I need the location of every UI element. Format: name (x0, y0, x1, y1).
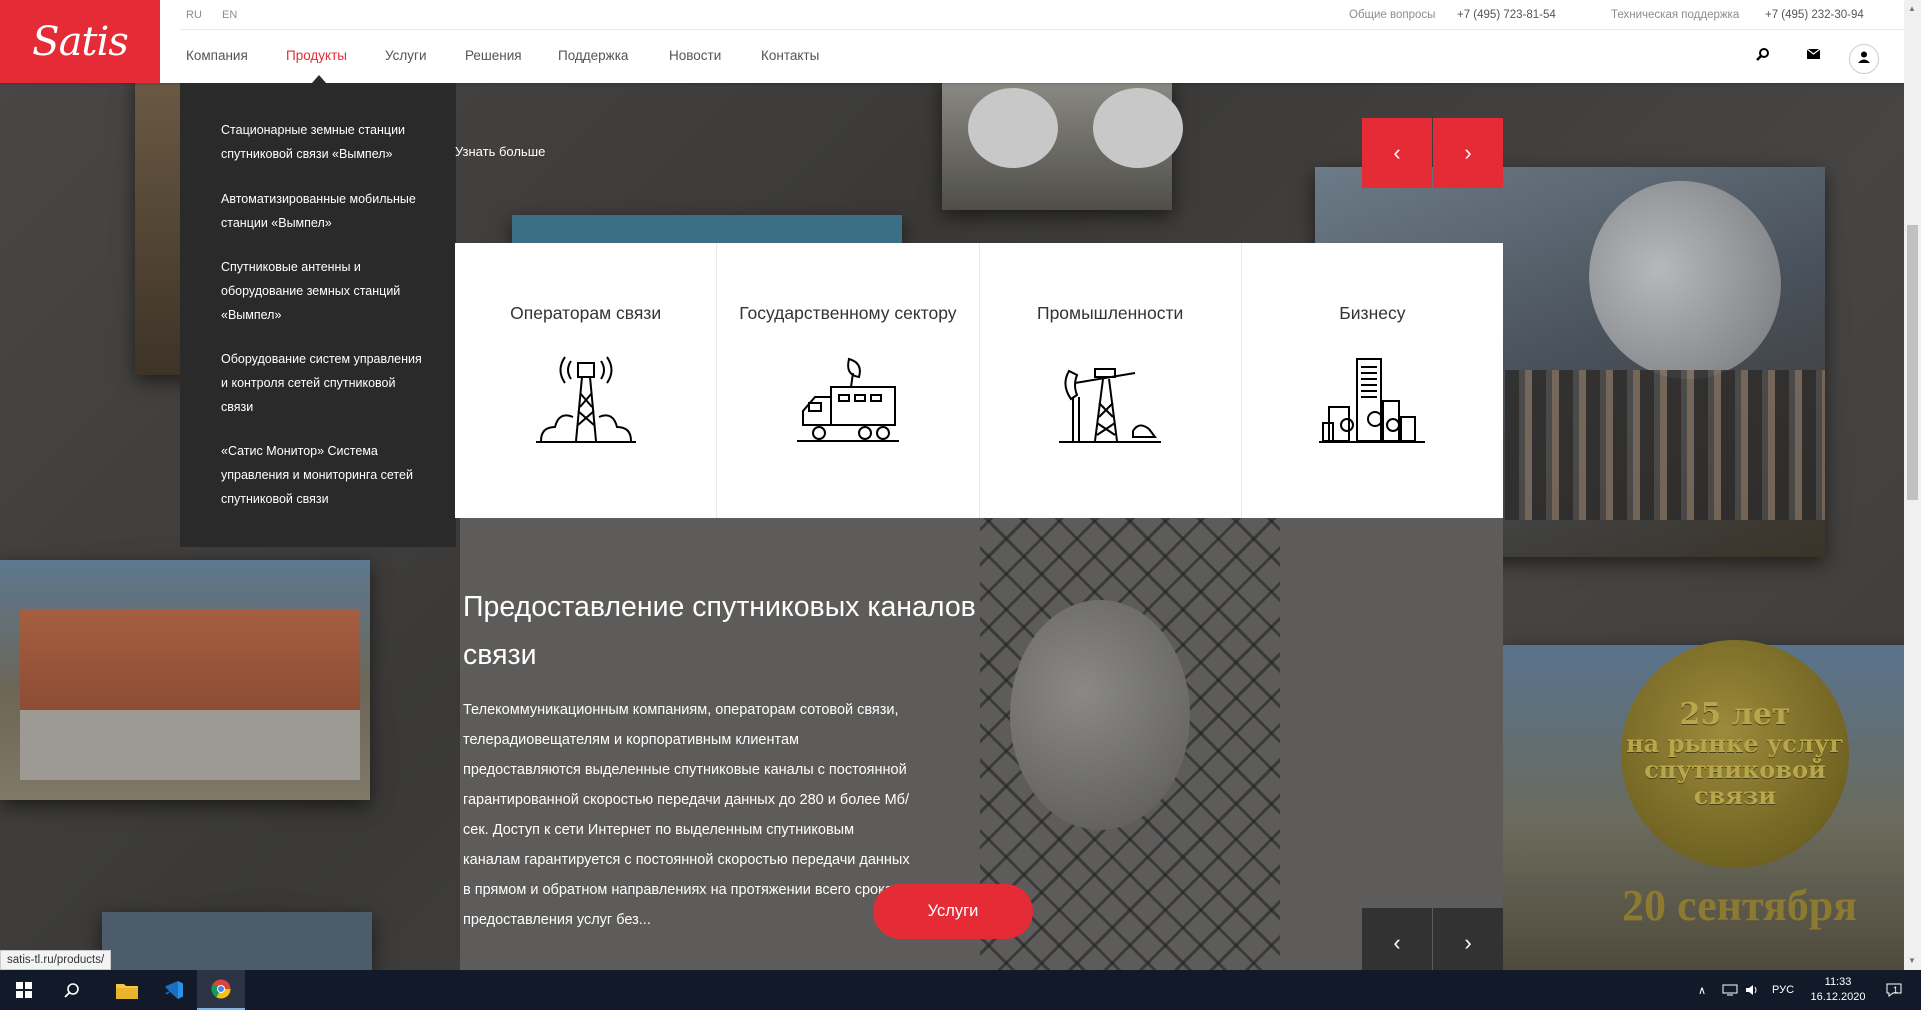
badge-line1: 25 лет (1679, 697, 1791, 732)
badge-line4: связи (1693, 781, 1777, 810)
scroll-up-icon[interactable]: ▲ (1908, 4, 1916, 13)
card-title: Бизнесу (1339, 303, 1406, 323)
dropdown-item-satis-monitor[interactable]: «Сатис Монитор» Система управления и мон… (221, 439, 426, 511)
volume-icon[interactable] (1746, 970, 1760, 1010)
chevron-right-icon: › (1464, 140, 1472, 165)
service-description: Телекоммуникационным компаниям, оператор… (463, 702, 910, 928)
card-government[interactable]: Государственному сектору (717, 243, 980, 518)
notifications-count: 1 (1893, 985, 1899, 995)
search-icon[interactable] (1755, 46, 1771, 62)
site-header: Satis RU EN Общие вопросы +7 (495) 723-8… (0, 0, 1921, 83)
scroll-down-icon[interactable]: ▼ (1908, 956, 1916, 965)
support-label: Техническая поддержка (1611, 9, 1740, 21)
slider-next-button[interactable]: › (1433, 118, 1503, 188)
nav-products[interactable]: Продукты (286, 48, 347, 63)
dropdown-item-antennas[interactable]: Спутниковые антенны и оборудование земны… (221, 255, 426, 327)
keyboard-language[interactable]: РУС (1772, 970, 1794, 1010)
nav-company[interactable]: Компания (186, 48, 248, 63)
slider-prev-button[interactable]: ‹ (1362, 118, 1432, 188)
file-explorer-icon[interactable] (103, 970, 151, 1010)
bg-building (20, 610, 360, 780)
windows-start-icon[interactable] (0, 970, 48, 1010)
scroll-thumb[interactable] (1907, 225, 1918, 500)
faq-phone[interactable]: +7 (495) 723-81-54 (1457, 9, 1556, 21)
tray-chevron-icon[interactable]: ∧ (1698, 970, 1706, 1010)
satellite-truck-icon (796, 357, 899, 442)
status-url: satis-tl.ru/products/ (0, 950, 112, 970)
lang-ru[interactable]: RU (186, 9, 202, 21)
anniversary-date: 20 сентября (1622, 881, 1858, 930)
slider-nav-bottom: ‹ › (1362, 908, 1503, 978)
support-phone[interactable]: +7 (495) 232-30-94 (1765, 9, 1864, 21)
chevron-right-icon: › (1464, 930, 1472, 955)
vscode-icon[interactable] (150, 970, 198, 1010)
faq-label: Общие вопросы (1349, 9, 1436, 21)
oil-pump-icon (1059, 368, 1162, 443)
user-icon (1858, 50, 1870, 68)
nav-solutions[interactable]: Решения (465, 48, 522, 63)
clock-time: 11:33 (1824, 976, 1852, 988)
category-cards: Операторам связи Государственному сектор… (455, 243, 1503, 518)
chevron-left-icon: ‹ (1393, 930, 1401, 955)
card-title: Операторам связи (510, 303, 662, 323)
card-title: Промышленности (1037, 303, 1184, 323)
card-business[interactable]: Бизнесу (1242, 243, 1503, 518)
dropdown-caret (312, 75, 326, 83)
logo-text: Satis (32, 18, 129, 65)
dropdown-item-stationary[interactable]: Стационарные земные станции спутниковой … (221, 118, 426, 166)
page-scrollbar[interactable]: ▲ ▼ (1904, 0, 1921, 970)
bg-photo-sea (512, 215, 902, 245)
network-icon[interactable] (1722, 970, 1738, 1010)
chevron-left-icon: ‹ (1393, 140, 1401, 165)
user-account-button[interactable] (1849, 44, 1879, 74)
taskbar: ∧ РУС 11:33 16.12.2020 1 (0, 970, 1921, 1010)
card-industry[interactable]: Промышленности (980, 243, 1242, 518)
city-buildings-icon (1319, 358, 1426, 443)
bg-photo-bottom (102, 912, 372, 970)
slider-next-button-bottom[interactable]: › (1433, 908, 1503, 978)
chrome-icon[interactable] (197, 970, 245, 1010)
bg-crowd (1505, 370, 1825, 520)
nav-news[interactable]: Новости (669, 48, 721, 63)
slider-nav-top: ‹ › (1362, 118, 1503, 188)
nav-services[interactable]: Услуги (385, 48, 427, 63)
clock-date: 16.12.2020 (1810, 991, 1866, 1003)
header-divider (180, 29, 1905, 30)
nav-contacts[interactable]: Контакты (761, 48, 819, 63)
services-button[interactable]: Услуги (873, 884, 1033, 939)
clock[interactable]: 11:33 16.12.2020 (1808, 970, 1868, 1010)
badge-line2: на рынке услуг (1626, 729, 1844, 758)
products-dropdown: Стационарные земные станции спутниковой … (180, 83, 456, 547)
cell-tower-icon (535, 356, 636, 443)
nav-support[interactable]: Поддержка (558, 48, 628, 63)
lang-en[interactable]: EN (222, 9, 237, 21)
bg-dish (1010, 600, 1190, 830)
search-icon[interactable] (48, 970, 96, 1010)
service-heading: Предоставление спутниковых каналов связи (463, 591, 976, 671)
card-operators[interactable]: Операторам связи (455, 243, 718, 518)
mail-icon[interactable] (1805, 46, 1821, 62)
anniversary-badge: 25 лет на рынке услуг спутниковой связи (1621, 640, 1849, 868)
card-title: Государственному сектору (739, 303, 957, 323)
learn-more-link[interactable]: Узнать больше (455, 144, 545, 159)
dropdown-item-mobile[interactable]: Автоматизированные мобильные станции «Вы… (221, 187, 426, 235)
slider-prev-button-bottom[interactable]: ‹ (1362, 908, 1432, 978)
bg-dish (968, 88, 1058, 168)
notifications-icon[interactable]: 1 (1886, 970, 1902, 1010)
logo[interactable]: Satis (0, 0, 160, 83)
badge-line3: спутниковой (1644, 755, 1826, 784)
bg-dish (1093, 88, 1183, 168)
dropdown-item-control-systems[interactable]: Оборудование систем управления и контрол… (221, 347, 426, 419)
